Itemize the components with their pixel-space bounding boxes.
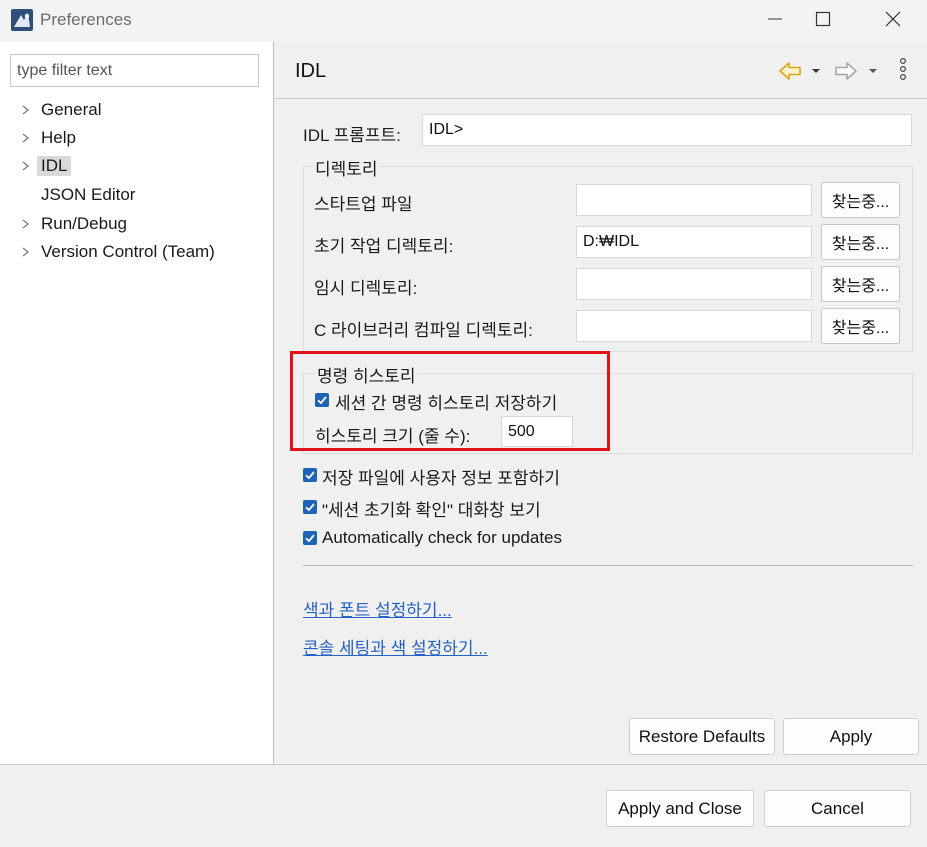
- reset-confirm-checkbox[interactable]: [303, 500, 317, 514]
- restore-defaults-button[interactable]: Restore Defaults: [629, 718, 775, 755]
- highlight-box: [290, 351, 610, 451]
- tree-label: Help: [41, 128, 76, 147]
- header-separator: [275, 98, 927, 99]
- close-button[interactable]: [870, 0, 916, 42]
- browse-c-lib-dir-button[interactable]: 찾는중...: [821, 308, 900, 344]
- minimize-icon: [768, 11, 782, 31]
- tree-label: JSON Editor: [41, 185, 136, 204]
- startup-file-input[interactable]: [576, 184, 812, 216]
- prompt-input[interactable]: [422, 114, 912, 146]
- chevron-right-icon[interactable]: [20, 210, 32, 238]
- apply-button[interactable]: Apply: [783, 718, 919, 755]
- prompt-label: IDL 프롬프트:: [303, 126, 401, 145]
- dropdown-icon[interactable]: [868, 60, 878, 82]
- chevron-right-icon[interactable]: [20, 238, 32, 266]
- tree-label: IDL: [37, 156, 72, 176]
- browse-temp-dir-button[interactable]: 찾는중...: [821, 266, 900, 302]
- include-user-info-checkbox[interactable]: [303, 468, 317, 482]
- initial-dir-input[interactable]: [576, 226, 812, 258]
- tree-item-help[interactable]: Help: [0, 124, 274, 152]
- auto-update-checkbox[interactable]: [303, 531, 317, 545]
- cancel-button[interactable]: Cancel: [764, 790, 911, 827]
- startup-file-label: 스타트업 파일: [314, 195, 413, 214]
- dropdown-icon[interactable]: [811, 60, 821, 82]
- tree-item-json-editor[interactable]: JSON Editor: [0, 181, 274, 209]
- tree-item-general[interactable]: General: [0, 96, 274, 124]
- filter-input[interactable]: [10, 54, 259, 87]
- temp-dir-input[interactable]: [576, 268, 812, 300]
- chevron-right-icon[interactable]: [20, 124, 32, 152]
- tree-item-idl[interactable]: IDL: [0, 152, 274, 180]
- forward-arrow-icon[interactable]: [834, 60, 858, 82]
- tree-label: Version Control (Team): [41, 242, 215, 261]
- console-settings-link[interactable]: 콘솔 세팅과 색 설정하기...: [303, 634, 488, 659]
- back-arrow-icon[interactable]: [778, 60, 802, 82]
- c-lib-dir-label: C 라이브러리 컴파일 디렉토리:: [314, 321, 533, 340]
- app-icon: [11, 9, 33, 31]
- page-title: IDL: [295, 60, 327, 82]
- maximize-icon: [815, 11, 831, 32]
- browse-startup-button[interactable]: 찾는중...: [821, 182, 900, 218]
- chevron-right-icon[interactable]: [20, 152, 32, 180]
- temp-dir-label: 임시 디렉토리:: [314, 279, 418, 298]
- chevron-right-icon[interactable]: [20, 96, 32, 124]
- c-lib-dir-input[interactable]: [576, 310, 812, 342]
- auto-update-label: Automatically check for updates: [322, 528, 563, 547]
- title-bar: Preferences: [0, 0, 927, 42]
- dialog-footer: Apply and Close Cancel: [0, 764, 927, 847]
- tree-label: Run/Debug: [41, 214, 128, 233]
- initial-dir-label: 초기 작업 디렉토리:: [314, 237, 454, 256]
- minimize-button[interactable]: [752, 0, 798, 42]
- close-icon: [885, 11, 901, 32]
- browse-initial-dir-button[interactable]: 찾는중...: [821, 224, 900, 260]
- tree-item-run-debug[interactable]: Run/Debug: [0, 210, 274, 238]
- more-options-icon[interactable]: [899, 57, 907, 81]
- apply-and-close-button[interactable]: Apply and Close: [606, 790, 754, 827]
- tree-label: General: [41, 100, 102, 119]
- reset-confirm-label: "세션 초기화 확인" 대화창 보기: [322, 501, 541, 520]
- tree-item-version-control[interactable]: Version Control (Team): [0, 238, 274, 266]
- preference-tree-pane: General Help IDL JSON Editor Run/Debug V…: [0, 42, 274, 764]
- include-user-info-label: 저장 파일에 사용자 정보 포함하기: [322, 469, 560, 488]
- maximize-button[interactable]: [800, 0, 846, 42]
- window-title: Preferences: [40, 10, 132, 29]
- colors-fonts-link[interactable]: 색과 폰트 설정하기...: [303, 596, 452, 621]
- section-separator: [303, 565, 913, 566]
- directory-group-title: 디렉토리: [313, 155, 380, 180]
